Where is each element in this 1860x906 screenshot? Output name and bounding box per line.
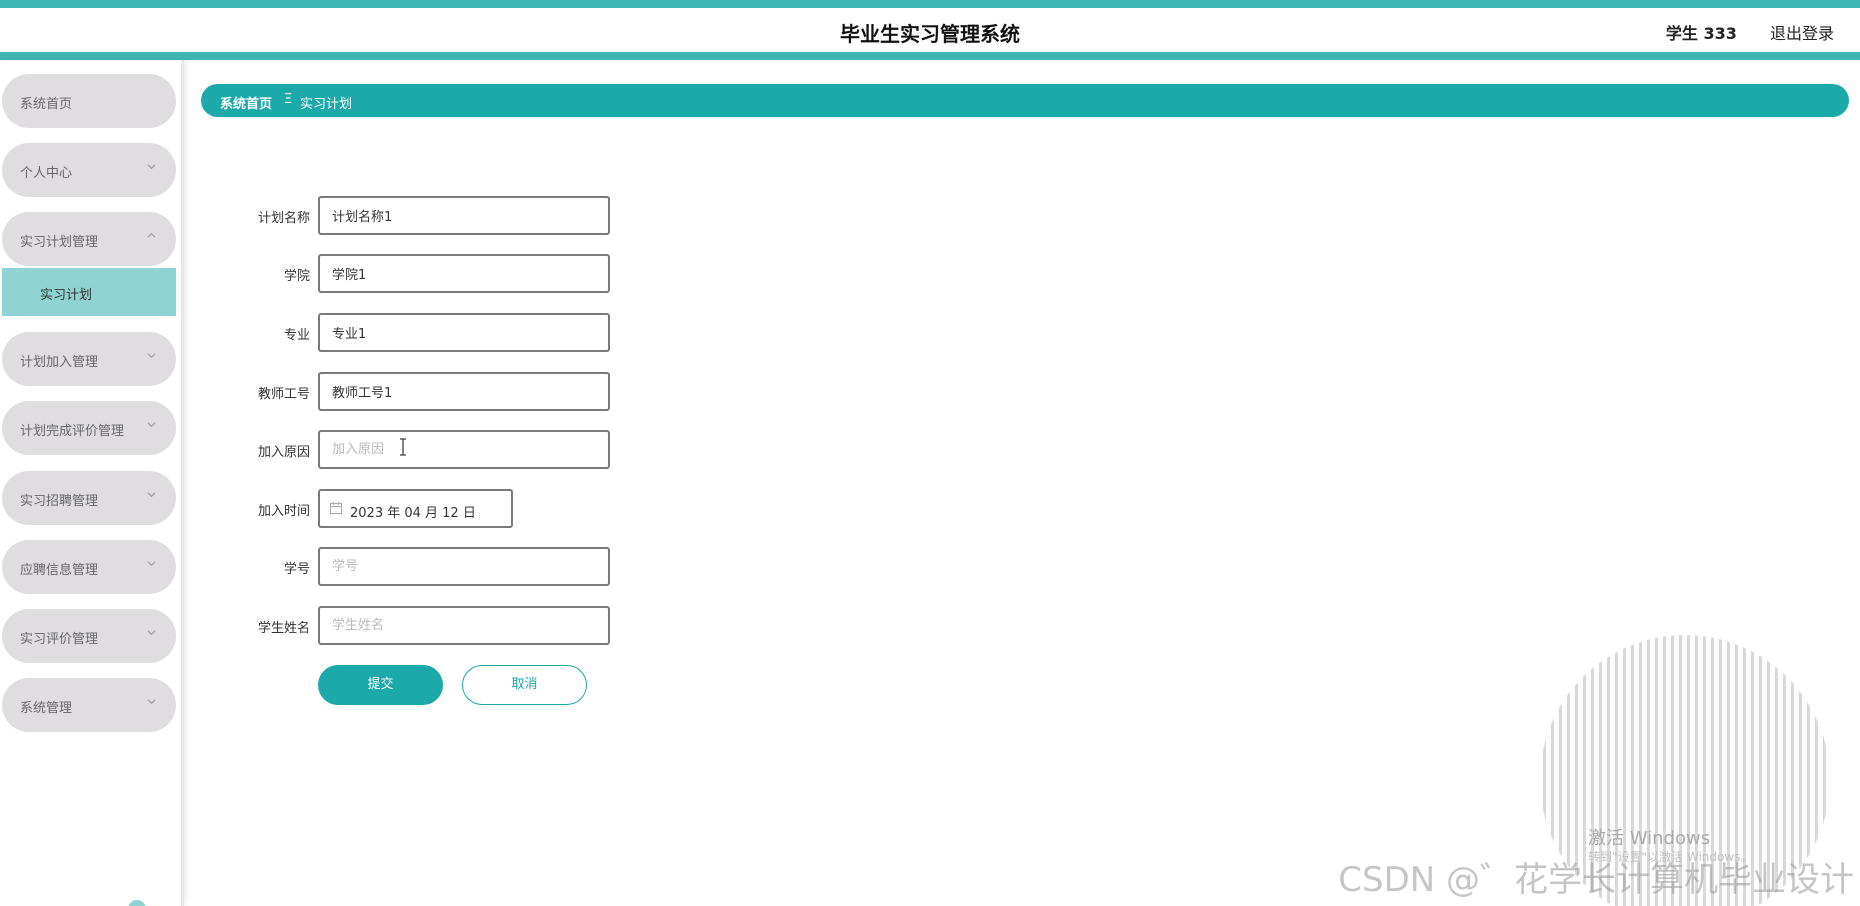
form-row-college: 学院 <box>200 254 620 294</box>
cancel-button[interactable]: 取消 <box>462 665 587 705</box>
form-row-plan-name: 计划名称 <box>200 196 620 236</box>
chevron-down-icon <box>147 561 156 567</box>
submit-button[interactable]: 提交 <box>318 665 443 705</box>
app-title: 毕业生实习管理系统 <box>840 22 1020 46</box>
join-reason-input[interactable] <box>318 430 610 469</box>
major-input[interactable] <box>318 313 610 352</box>
sidebar-subitem-internship-plan[interactable]: 实习计划 <box>2 268 176 316</box>
join-time-label: 加入时间 <box>257 504 310 519</box>
college-label: 学院 <box>283 269 310 284</box>
sidebar-item-label: 个人中心 <box>20 166 73 181</box>
chevron-down-icon <box>147 164 156 170</box>
join-time-value: 2023 年 04 月 12 日 <box>350 506 476 521</box>
chevron-down-icon <box>147 353 156 359</box>
sidebar-item-system-management[interactable]: 系统管理 <box>2 678 176 732</box>
form-row-student-id: 学号 <box>200 547 620 587</box>
breadcrumb-current: 实习计划 <box>300 97 353 112</box>
sidebar-item-label: 实习招聘管理 <box>20 494 99 509</box>
student-id-input[interactable] <box>318 547 610 586</box>
plan-name-input[interactable] <box>318 196 610 235</box>
csdn-watermark: CSDN @゛花学长计算机毕业设计 <box>1338 860 1854 900</box>
form-row-major: 专业 <box>200 313 620 353</box>
student-name-input[interactable] <box>318 606 610 645</box>
join-time-date-picker[interactable]: 2023 年 04 月 12 日 <box>318 489 513 528</box>
user-area: 学生 333 退出登录 <box>1666 20 1834 44</box>
logout-link[interactable]: 退出登录 <box>1770 24 1834 43</box>
form-row-join-reason: 加入原因 <box>200 430 620 470</box>
chevron-down-icon <box>147 699 156 705</box>
teacher-id-input[interactable] <box>318 372 610 411</box>
sidebar-item-label: 实习计划管理 <box>20 235 99 250</box>
chevron-down-icon <box>147 492 156 498</box>
sidebar-item-internship-evaluation[interactable]: 实习评价管理 <box>2 609 176 663</box>
student-name-label: 学生姓名 <box>257 621 310 636</box>
top-header: 毕业生实习管理系统 学生 333 退出登录 <box>0 0 1860 60</box>
sidebar-item-label: 应聘信息管理 <box>20 563 99 578</box>
chevron-down-icon <box>147 422 156 428</box>
college-input[interactable] <box>318 254 610 293</box>
join-reason-label: 加入原因 <box>257 445 310 460</box>
sidebar-item-label: 计划加入管理 <box>20 355 99 370</box>
sidebar-item-plan-completion-evaluation[interactable]: 计划完成评价管理 <box>2 401 176 455</box>
chevron-down-icon <box>147 630 156 636</box>
sidebar-subitem-label: 实习计划 <box>40 288 93 303</box>
sidebar-item-internship-plan-management[interactable]: 实习计划管理 <box>2 212 176 266</box>
breadcrumb-separator: Ξ <box>284 92 293 107</box>
form-row-student-name: 学生姓名 <box>200 606 620 646</box>
major-label: 专业 <box>283 328 310 343</box>
sidebar-item-label: 计划完成评价管理 <box>20 424 125 439</box>
sidebar: 系统首页 个人中心 实习计划管理 实习计划 计划加入管理 计划完成评价管理 实习… <box>0 60 184 906</box>
sidebar-item-application-info[interactable]: 应聘信息管理 <box>2 540 176 594</box>
calendar-icon <box>330 502 342 514</box>
sidebar-item-label: 实习评价管理 <box>20 632 99 647</box>
windows-activation-text: 激活 Windows <box>1588 828 1711 849</box>
text-cursor-icon <box>400 438 406 456</box>
sidebar-item-label: 系统管理 <box>20 701 73 716</box>
sidebar-item-plan-join-management[interactable]: 计划加入管理 <box>2 332 176 386</box>
form-row-teacher-id: 教师工号 <box>200 372 620 412</box>
user-name: 学生 333 <box>1665 24 1737 43</box>
teacher-id-label: 教师工号 <box>257 387 310 402</box>
sidebar-item-internship-recruitment[interactable]: 实习招聘管理 <box>2 471 176 525</box>
sidebar-item-home[interactable]: 系统首页 <box>2 74 176 128</box>
student-id-label: 学号 <box>283 562 310 577</box>
breadcrumb-home-link[interactable]: 系统首页 <box>220 93 272 112</box>
sidebar-item-personal-center[interactable]: 个人中心 <box>2 143 176 197</box>
form-row-join-time: 加入时间 2023 年 04 月 12 日 <box>200 489 620 529</box>
chevron-up-icon <box>147 232 156 238</box>
breadcrumb: 系统首页 Ξ 实习计划 <box>201 84 1849 117</box>
plan-name-label: 计划名称 <box>257 211 310 226</box>
sidebar-item-label: 系统首页 <box>20 97 73 112</box>
